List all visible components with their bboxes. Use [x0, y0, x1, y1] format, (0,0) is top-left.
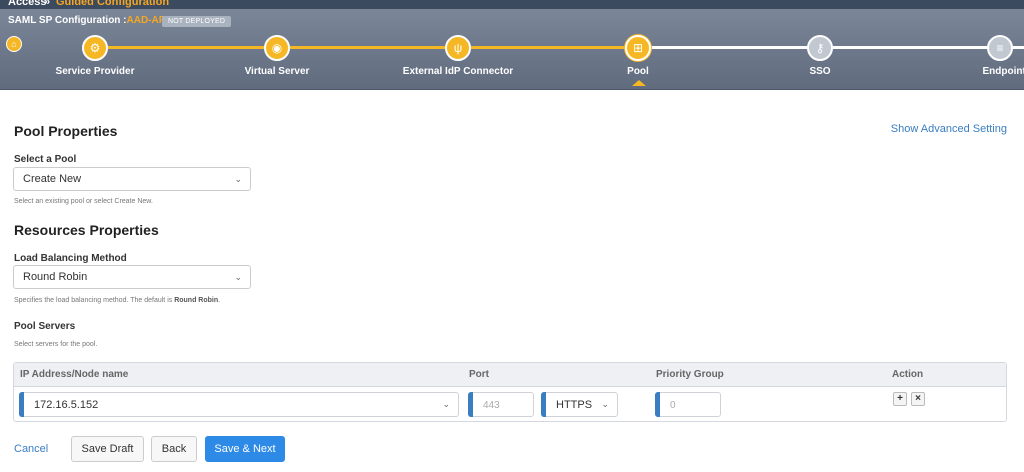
status-badge: NOT DEPLOYED	[162, 16, 232, 27]
chevron-down-icon: ⌄	[234, 272, 242, 282]
header-action: Action	[892, 369, 924, 380]
required-indicator	[655, 392, 660, 417]
chevron-down-icon: ⌄	[442, 399, 450, 409]
priority-group-input[interactable]: 0	[655, 392, 721, 417]
step-label-sso[interactable]: SSO	[740, 66, 900, 77]
show-advanced-setting-link[interactable]: Show Advanced Setting	[891, 123, 1007, 135]
required-indicator	[541, 392, 546, 417]
protocol-value: HTTPS	[556, 399, 593, 411]
load-balancing-hint-suffix: .	[218, 297, 221, 304]
step-label-service-provider[interactable]: Service Provider	[15, 66, 175, 77]
ip-address-value: 172.16.5.152	[34, 399, 99, 411]
cancel-link[interactable]: Cancel	[14, 443, 48, 455]
config-title-prefix: SAML SP Configuration :	[8, 15, 127, 26]
resources-properties-title: Resources Properties	[14, 222, 159, 238]
breadcrumb: Access » Guided Configuration	[0, 0, 1024, 9]
breadcrumb-separator: »	[44, 0, 51, 8]
load-balancing-hint: Specifies the load balancing method. The…	[14, 297, 220, 304]
chevron-down-icon: ⌄	[601, 399, 609, 409]
select-pool-hint: Select an existing pool or select Create…	[14, 198, 153, 205]
header-priority-group: Priority Group	[656, 369, 724, 380]
remove-server-button[interactable]: ×	[911, 392, 925, 406]
pool-properties-title: Pool Properties	[14, 123, 118, 139]
port-input[interactable]: 443	[468, 392, 534, 417]
table-header: IP Address/Node name Port Priority Group…	[14, 363, 1006, 387]
step-pool-sitemap-icon[interactable]: ⊞	[625, 35, 651, 61]
load-balancing-method-dropdown[interactable]: Round Robin ⌄	[13, 265, 251, 289]
step-label-external-idp-connector[interactable]: External IdP Connector	[378, 66, 538, 77]
step-label-endpoint-check[interactable]: Endpoint Che	[935, 66, 1024, 77]
step-endpoint-list-icon[interactable]: ≡	[987, 35, 1013, 61]
load-balancing-hint-text: Specifies the load balancing method. The…	[14, 297, 175, 304]
load-balancing-method-label: Load Balancing Method	[14, 253, 127, 264]
step-sso-key-icon[interactable]: ⚷	[807, 35, 833, 61]
chevron-down-icon: ⌄	[234, 174, 242, 184]
load-balancing-hint-default: Round Robin	[174, 297, 219, 304]
step-label-virtual-server[interactable]: Virtual Server	[197, 66, 357, 77]
step-service-provider-cogs-icon[interactable]: ⚙	[82, 35, 108, 61]
header-ip-address: IP Address/Node name	[20, 369, 129, 380]
wizard-progress-complete	[95, 46, 638, 49]
protocol-select[interactable]: HTTPS ⌄	[541, 392, 618, 417]
step-external-idp-fork-icon[interactable]: ψ	[445, 35, 471, 61]
add-server-button[interactable]: +	[893, 392, 907, 406]
back-button[interactable]: Back	[151, 436, 197, 462]
pool-servers-hint: Select servers for the pool.	[14, 341, 98, 348]
config-title: SAML SP Configuration :AAD-AP01	[8, 15, 177, 26]
breadcrumb-guided-configuration[interactable]: Guided Configuration	[56, 0, 169, 8]
port-placeholder: 443	[483, 400, 500, 411]
header-port: Port	[469, 369, 489, 380]
required-indicator	[19, 392, 24, 417]
pool-servers-label: Pool Servers	[14, 321, 76, 332]
save-draft-button[interactable]: Save Draft	[71, 436, 144, 462]
select-pool-label: Select a Pool	[14, 154, 77, 165]
ip-address-node-select[interactable]: 172.16.5.152 ⌄	[19, 392, 459, 417]
breadcrumb-access[interactable]: Access	[8, 0, 47, 8]
select-pool-value: Create New	[23, 173, 82, 185]
step-label-pool[interactable]: Pool	[558, 66, 718, 77]
load-balancing-method-value: Round Robin	[23, 271, 88, 283]
wizard-header: SAML SP Configuration :AAD-AP01 NOT DEPL…	[0, 9, 1024, 90]
home-icon[interactable]: ⌂	[6, 36, 22, 52]
current-step-pointer	[632, 80, 646, 86]
priority-group-placeholder: 0	[670, 400, 676, 411]
step-virtual-server-globe-icon[interactable]: ◉	[264, 35, 290, 61]
required-indicator	[468, 392, 473, 417]
select-pool-dropdown[interactable]: Create New ⌄	[13, 167, 251, 191]
save-and-next-button[interactable]: Save & Next	[205, 436, 285, 462]
